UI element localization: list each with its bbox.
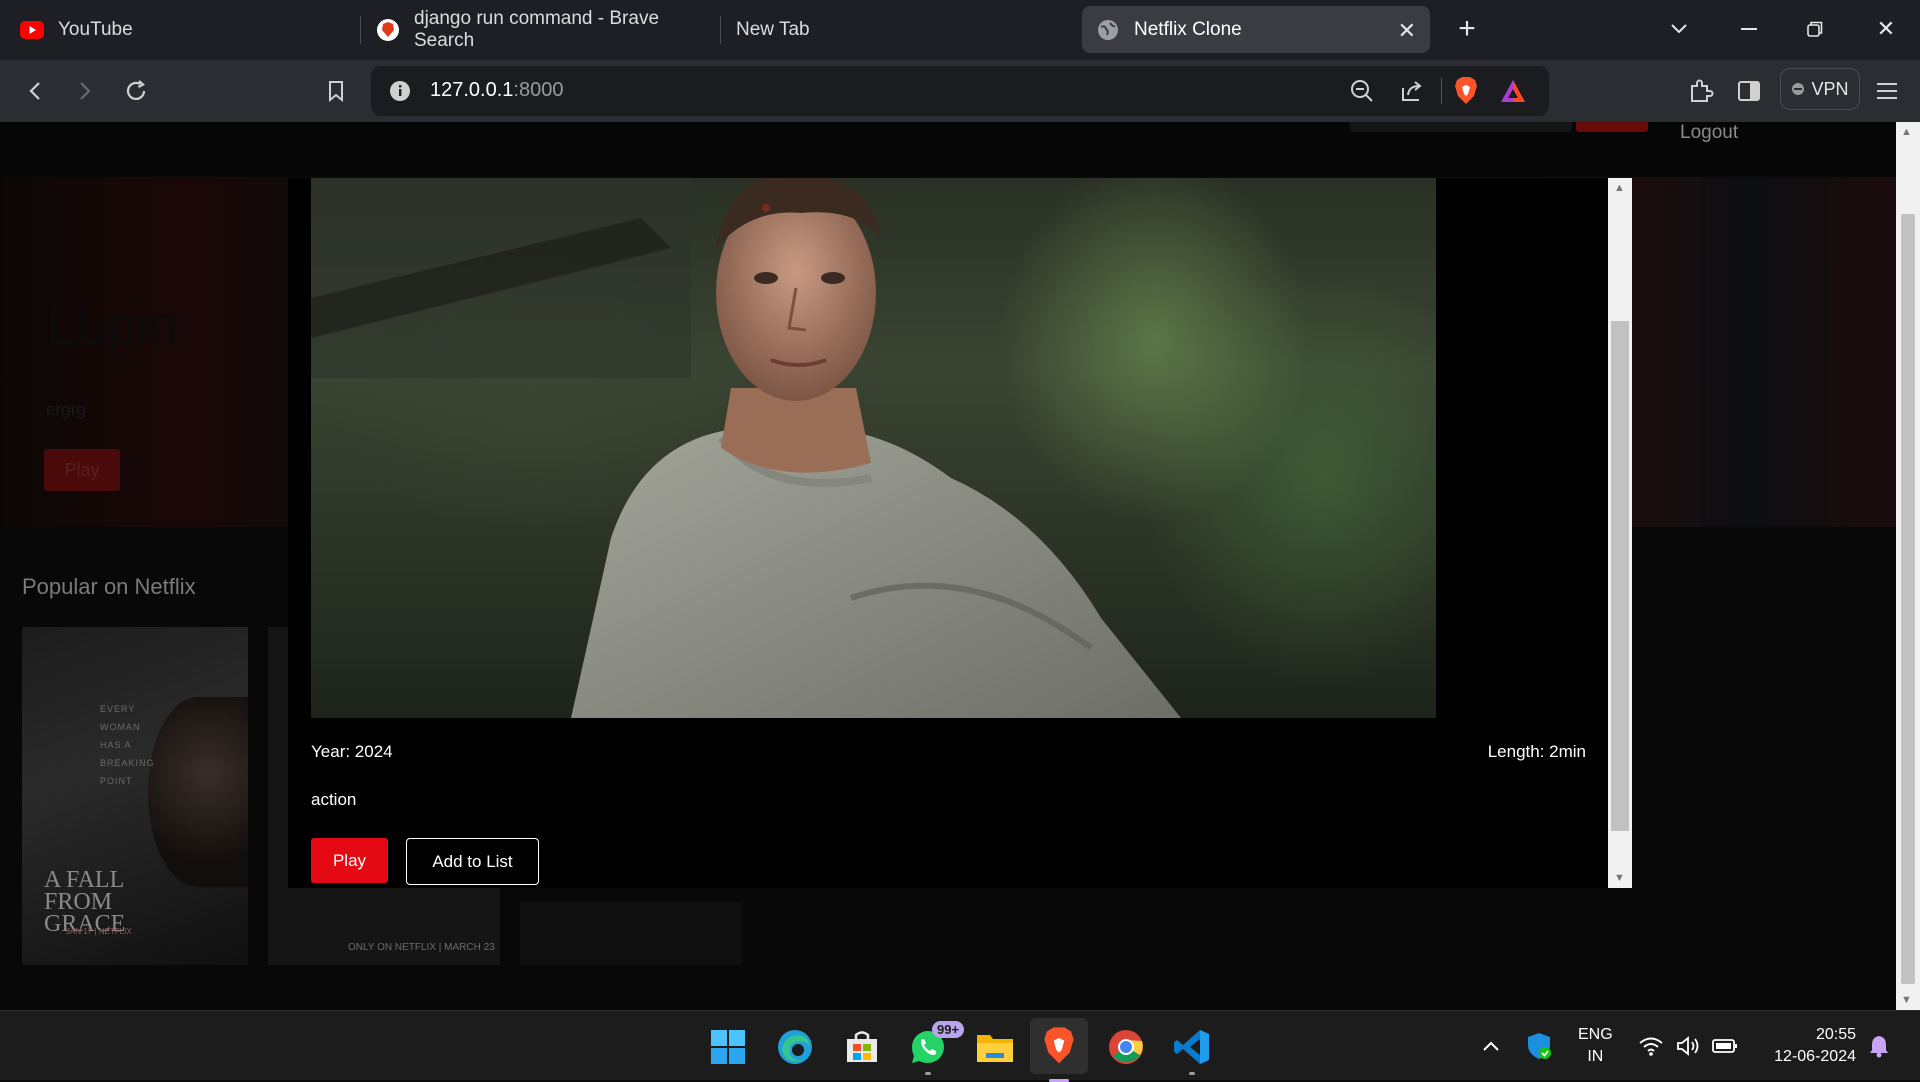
chrome-icon[interactable] bbox=[1106, 1027, 1146, 1067]
youtube-icon bbox=[20, 18, 44, 42]
running-indicator bbox=[925, 1072, 931, 1075]
system-clock[interactable]: 20:55 12-06-2024 bbox=[1752, 1024, 1856, 1068]
windows-security-icon[interactable] bbox=[1526, 1033, 1552, 1059]
tab-title: Netflix Clone bbox=[1134, 18, 1242, 40]
tab-netflix-clone[interactable]: Netflix Clone ✕ bbox=[1082, 6, 1430, 53]
battery-icon[interactable] bbox=[1712, 1033, 1738, 1059]
minimize-button[interactable] bbox=[1734, 14, 1764, 44]
poster-face-image bbox=[148, 697, 248, 887]
globe-icon bbox=[1096, 18, 1120, 42]
poster-title: A FALL FROM GRACE bbox=[44, 867, 126, 937]
new-tab-button[interactable]: + bbox=[1452, 12, 1482, 45]
close-tab-icon[interactable]: ✕ bbox=[1398, 18, 1416, 44]
scroll-down-arrow-icon[interactable]: ▼ bbox=[1614, 872, 1625, 884]
modal-scrollbar-thumb[interactable] bbox=[1611, 321, 1629, 831]
windows-start-icon[interactable] bbox=[708, 1027, 748, 1067]
address-bar[interactable]: 127.0.0.1:8000 bbox=[371, 66, 1549, 116]
file-explorer-icon[interactable] bbox=[975, 1027, 1015, 1067]
toolbar-divider bbox=[1441, 78, 1442, 104]
vpn-button[interactable]: VPN bbox=[1780, 68, 1860, 110]
close-window-button[interactable]: ✕ bbox=[1871, 14, 1901, 44]
notification-badge: 99+ bbox=[932, 1021, 965, 1038]
tab-title: YouTube bbox=[58, 18, 133, 40]
scroll-up-arrow-icon[interactable]: ▲ bbox=[1901, 126, 1912, 138]
input-language-indicator[interactable]: ENG IN bbox=[1578, 1024, 1613, 1068]
reload-icon[interactable] bbox=[119, 74, 153, 108]
bookmark-icon[interactable] bbox=[319, 74, 353, 108]
play-button[interactable]: Play bbox=[311, 838, 388, 883]
extensions-icon[interactable] bbox=[1684, 74, 1718, 108]
url-port: :8000 bbox=[513, 79, 564, 101]
tab-divider bbox=[720, 16, 721, 44]
hero-description: ergrg bbox=[46, 400, 86, 419]
clock-time: 20:55 bbox=[1815, 1026, 1856, 1043]
url-text: 127.0.0.1:8000 bbox=[430, 79, 563, 102]
page-viewport: Logout Lupin ergrg Play Popular on Netfl… bbox=[0, 122, 1896, 1010]
movie-length: Length: 2min bbox=[1487, 742, 1586, 761]
movie-detail-modal: Year: 2024 Length: 2min action Play Add … bbox=[288, 178, 1632, 888]
language-code: ENG bbox=[1578, 1026, 1613, 1043]
region-code: IN bbox=[1587, 1048, 1604, 1065]
poster-tagline: EVERY WOMAN HAS A BREAKING POINT bbox=[100, 704, 155, 786]
tab-title: django run command - Brave Search bbox=[414, 7, 660, 51]
whatsapp-icon[interactable]: 99+ bbox=[908, 1021, 965, 1075]
poster-date: JAN 17 | NETFLIX bbox=[66, 927, 132, 936]
add-to-list-button[interactable]: Add to List bbox=[406, 838, 539, 885]
tab-brave-search[interactable]: django run command - Brave Search bbox=[376, 6, 716, 53]
hero-play-button[interactable]: Play bbox=[44, 449, 120, 491]
modal-scrollbar[interactable]: ▲ ▼ bbox=[1608, 178, 1632, 888]
browser-toolbar: 127.0.0.1:8000 VPN bbox=[0, 60, 1920, 122]
notification-bell-icon[interactable] bbox=[1866, 1033, 1892, 1059]
page-scrollbar[interactable]: ▲ ▼ bbox=[1896, 122, 1920, 1010]
windows-taskbar: 99+ ENG IN 20:55 12-06-2024 bbox=[0, 1010, 1920, 1082]
brave-rewards-icon[interactable] bbox=[1499, 78, 1527, 109]
site-navbar: Logout bbox=[0, 122, 1896, 176]
movie-poster[interactable] bbox=[520, 902, 742, 965]
brave-icon bbox=[376, 18, 400, 42]
nav-search-button[interactable] bbox=[1576, 122, 1648, 132]
url-host: 127.0.0.1 bbox=[430, 79, 514, 101]
tab-title: New Tab bbox=[736, 18, 810, 40]
vpn-label: VPN bbox=[1811, 78, 1849, 99]
ms-store-icon[interactable] bbox=[842, 1027, 882, 1067]
browser-menu-icon[interactable] bbox=[1870, 74, 1904, 108]
brave-taskbar-icon[interactable] bbox=[1030, 1018, 1088, 1082]
edge-icon[interactable] bbox=[775, 1027, 815, 1067]
sidebar-toggle-icon[interactable] bbox=[1732, 74, 1766, 108]
poster-footer: ONLY ON NETFLIX | MARCH 23 bbox=[348, 942, 495, 953]
vpn-status-icon bbox=[1792, 83, 1805, 95]
scroll-down-arrow-icon[interactable]: ▼ bbox=[1901, 994, 1912, 1006]
scroll-up-arrow-icon[interactable]: ▲ bbox=[1614, 182, 1625, 194]
tab-search-chevron-icon[interactable] bbox=[1664, 14, 1694, 44]
share-icon[interactable] bbox=[1399, 78, 1425, 109]
browser-tab-strip: YouTube django run command - Brave Searc… bbox=[0, 0, 1920, 60]
row-title: Popular on Netflix bbox=[22, 574, 196, 599]
movie-still-image bbox=[311, 178, 1436, 718]
nav-search-input[interactable] bbox=[1350, 122, 1572, 132]
brave-shields-icon[interactable] bbox=[1453, 76, 1479, 111]
page-scrollbar-thumb[interactable] bbox=[1901, 214, 1915, 984]
back-icon[interactable] bbox=[18, 74, 52, 108]
clock-date: 12-06-2024 bbox=[1774, 1048, 1856, 1065]
logout-link[interactable]: Logout bbox=[1680, 122, 1738, 144]
forward-icon[interactable] bbox=[68, 74, 102, 108]
movie-year: Year: 2024 bbox=[311, 742, 393, 761]
tab-new-tab[interactable]: New Tab bbox=[736, 6, 866, 53]
restore-button[interactable] bbox=[1800, 14, 1830, 44]
tab-youtube[interactable]: YouTube bbox=[20, 6, 350, 53]
show-hidden-icons-chevron-icon[interactable] bbox=[1478, 1033, 1504, 1059]
volume-icon[interactable] bbox=[1676, 1033, 1702, 1059]
tab-divider bbox=[360, 16, 361, 44]
movie-genre: action bbox=[311, 790, 357, 809]
running-indicator bbox=[1189, 1072, 1195, 1075]
site-info-icon[interactable] bbox=[389, 80, 411, 107]
vscode-icon[interactable] bbox=[1172, 1027, 1212, 1075]
zoom-out-icon[interactable] bbox=[1349, 78, 1375, 109]
hero-title: Lupin bbox=[46, 296, 179, 356]
movie-poster[interactable]: EVERY WOMAN HAS A BREAKING POINT A FALL … bbox=[22, 627, 248, 965]
wifi-icon[interactable] bbox=[1638, 1033, 1664, 1059]
